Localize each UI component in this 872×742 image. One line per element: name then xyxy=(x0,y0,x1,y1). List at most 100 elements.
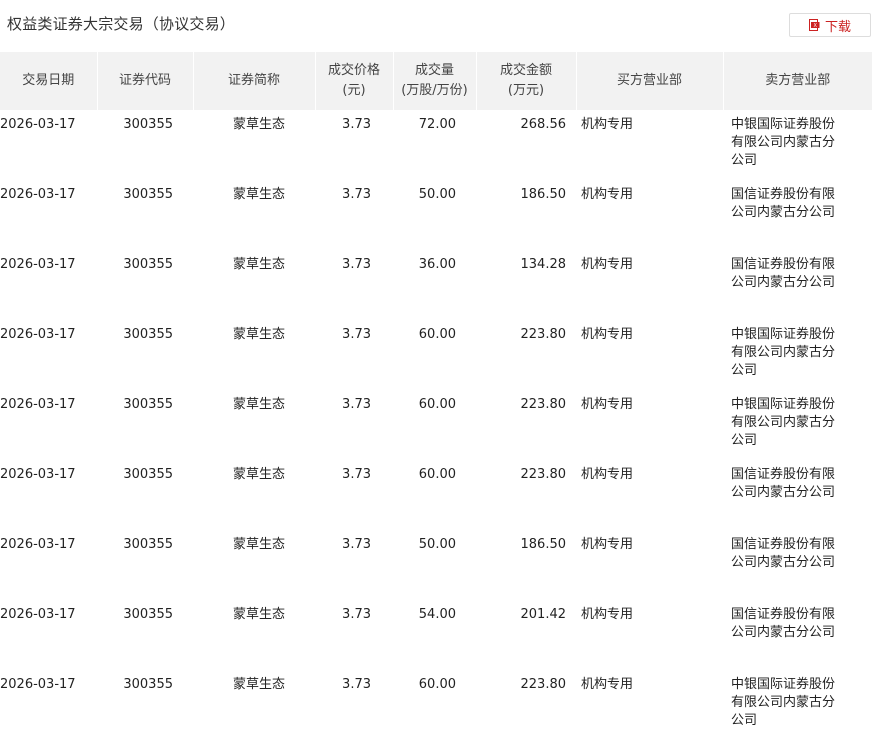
column-header-line: 证券简称 xyxy=(227,73,280,88)
security-name-cell: 蒙草生态 xyxy=(232,467,285,482)
table-row: 2026-03-17 300355 蒙草生态 3.73 36.00 134.28 机构专用 国… xyxy=(0,250,872,320)
page-title: 权益类证券大宗交易（协议交易） xyxy=(7,15,236,33)
seller-branch-cell: 国信证券股份有限公司内蒙古分公司 xyxy=(731,467,836,500)
column-header-line: (万元) xyxy=(507,83,545,98)
security-name-cell: 蒙草生态 xyxy=(232,257,285,272)
trade-price-cell: 3.73 xyxy=(342,467,371,482)
trade-volume-cell: 60.00 xyxy=(418,397,456,412)
table-row: 2026-03-17 300355 蒙草生态 3.73 60.00 223.80 机构专用 国… xyxy=(0,460,872,530)
seller-branch-cell: 中银国际证券股份有限公司内蒙古分公司 xyxy=(731,677,836,728)
download-button[interactable]: X 下载 xyxy=(789,13,871,37)
download-icon: X xyxy=(808,19,820,31)
security-code-cell: 300355 xyxy=(123,397,173,412)
column-header-line: 成交金额 xyxy=(499,63,552,78)
security-code-cell: 300355 xyxy=(123,537,173,552)
table-row: 2026-03-17 300355 蒙草生态 3.73 60.00 223.80 机构专用 中… xyxy=(0,670,872,740)
trade-volume-cell: 54.00 xyxy=(418,607,456,622)
table-header: 交易日期 证券代码 证券简称 成交价格 (元) 成交量 (万股/万份) 成交金额 (万元) 买方营… xyxy=(0,52,872,110)
security-name-cell: 蒙草生态 xyxy=(232,607,285,622)
column-header-line: 卖方营业部 xyxy=(765,73,831,88)
column-header-line: 成交量 xyxy=(414,63,454,78)
trade-volume-cell: 60.00 xyxy=(418,327,456,342)
column-header-security-code: 证券代码 xyxy=(96,52,193,110)
trade-price-cell: 3.73 xyxy=(342,327,371,342)
trade-date-cell: 2026-03-17 xyxy=(0,187,76,202)
table-row: 2026-03-17 300355 蒙草生态 3.73 54.00 201.42 机构专用 国… xyxy=(0,600,872,670)
security-name-cell: 蒙草生态 xyxy=(232,537,285,552)
trade-date-cell: 2026-03-17 xyxy=(0,537,76,552)
column-header-line: 交易日期 xyxy=(22,73,75,88)
column-header-line: 买方营业部 xyxy=(616,73,682,88)
buyer-branch-cell: 机构专用 xyxy=(581,607,634,622)
column-header-trade-price: 成交价格 (元) xyxy=(314,52,393,110)
buyer-branch-cell: 机构专用 xyxy=(581,257,634,272)
buyer-branch-cell: 机构专用 xyxy=(581,467,634,482)
buyer-branch-cell: 机构专用 xyxy=(581,537,634,552)
table-row: 2026-03-17 300355 蒙草生态 3.73 60.00 223.80 机构专用 中… xyxy=(0,320,872,390)
trade-price-cell: 3.73 xyxy=(342,607,371,622)
seller-branch-cell: 中银国际证券股份有限公司内蒙古分公司 xyxy=(731,397,836,448)
seller-branch-cell: 中银国际证券股份有限公司内蒙古分公司 xyxy=(731,117,836,168)
buyer-branch-cell: 机构专用 xyxy=(581,677,634,692)
security-name-cell: 蒙草生态 xyxy=(232,117,285,132)
table-body: 2026-03-17 300355 蒙草生态 3.73 72.00 268.56 机构专用中… xyxy=(0,110,872,740)
trade-price-cell: 3.73 xyxy=(342,397,371,412)
seller-branch-cell: 中银国际证券股份有限公司内蒙古分公司 xyxy=(731,327,836,378)
security-code-cell: 300355 xyxy=(123,117,173,132)
security-name-cell: 蒙草生态 xyxy=(232,397,285,412)
security-name-cell: 蒙草生态 xyxy=(232,677,285,692)
column-header-buyer-branch: 买方营业部 xyxy=(575,52,723,110)
column-header-line: (元) xyxy=(342,83,366,98)
svg-text:X: X xyxy=(813,23,817,29)
table-row: 2026-03-17 300355 蒙草生态 3.73 50.00 186.50 机构专用 国… xyxy=(0,180,872,250)
column-header-line: 成交价格 xyxy=(327,63,380,78)
trade-date-cell: 2026-03-17 xyxy=(0,327,76,342)
security-name-cell: 蒙草生态 xyxy=(232,187,285,202)
trade-volume-cell: 50.00 xyxy=(418,537,456,552)
trade-price-cell: 3.73 xyxy=(342,117,371,132)
buyer-branch-cell: 机构专用 xyxy=(581,397,634,412)
trade-volume-cell: 60.00 xyxy=(418,677,456,692)
trade-volume-cell: 60.00 xyxy=(418,467,456,482)
security-code-cell: 300355 xyxy=(123,187,173,202)
column-header-security-name: 证券简称 xyxy=(192,52,315,110)
table-row: 2026-03-17 300355 蒙草生态 3.73 60.00 223.80 机构专用 中… xyxy=(0,390,872,460)
block-trade-table: 交易日期 证券代码 证券简称 成交价格 (元) 成交量 (万股/万份) 成交金额 (万元) 买方营… xyxy=(0,52,872,740)
trade-date-cell: 2026-03-17 xyxy=(0,677,76,692)
trade-amount-cell: 186.50 xyxy=(520,187,567,202)
seller-branch-cell: 国信证券股份有限公司内蒙古分公司 xyxy=(731,607,836,640)
trade-amount-cell: 223.80 xyxy=(520,677,567,692)
trade-date-cell: 2026-03-17 xyxy=(0,397,76,412)
security-code-cell: 300355 xyxy=(123,607,173,622)
table-row: 2026-03-17 300355 蒙草生态 3.73 72.00 268.56 机构专用 中… xyxy=(0,110,872,180)
seller-branch-cell: 国信证券股份有限公司内蒙古分公司 xyxy=(731,257,836,290)
trade-amount-cell: 134.28 xyxy=(520,257,567,272)
trade-date-cell: 2026-03-17 xyxy=(0,607,76,622)
seller-branch-cell: 国信证券股份有限公司内蒙古分公司 xyxy=(731,537,836,570)
buyer-branch-cell: 机构专用 xyxy=(581,187,634,202)
security-code-cell: 300355 xyxy=(123,677,173,692)
trade-amount-cell: 223.80 xyxy=(520,327,567,342)
column-header-line: 证券代码 xyxy=(118,73,171,88)
security-code-cell: 300355 xyxy=(123,257,173,272)
trade-amount-cell: 201.42 xyxy=(520,607,567,622)
trade-amount-cell: 223.80 xyxy=(520,397,567,412)
trade-date-cell: 2026-03-17 xyxy=(0,467,76,482)
trade-date-cell: 2026-03-17 xyxy=(0,117,76,132)
column-header-seller-branch: 卖方营业部 xyxy=(722,52,872,110)
trade-amount-cell: 223.80 xyxy=(520,467,567,482)
download-label: 下载 xyxy=(824,19,851,35)
trade-price-cell: 3.73 xyxy=(342,677,371,692)
trade-price-cell: 3.73 xyxy=(342,187,371,202)
security-name-cell: 蒙草生态 xyxy=(232,327,285,342)
buyer-branch-cell: 机构专用 xyxy=(581,117,634,132)
title-bar: 权益类证券大宗交易（协议交易） X 下载 xyxy=(0,0,872,52)
security-code-cell: 300355 xyxy=(123,327,173,342)
column-header-trade-amount: 成交金额 (万元) xyxy=(475,52,576,110)
column-header-line: (万股/万份) xyxy=(401,83,468,98)
trade-date-cell: 2026-03-17 xyxy=(0,257,76,272)
trade-price-cell: 3.73 xyxy=(342,537,371,552)
trade-volume-cell: 36.00 xyxy=(418,257,456,272)
table-row: 2026-03-17 300355 蒙草生态 3.73 50.00 186.50 机构专用 国… xyxy=(0,530,872,600)
buyer-branch-cell: 机构专用 xyxy=(581,327,634,342)
